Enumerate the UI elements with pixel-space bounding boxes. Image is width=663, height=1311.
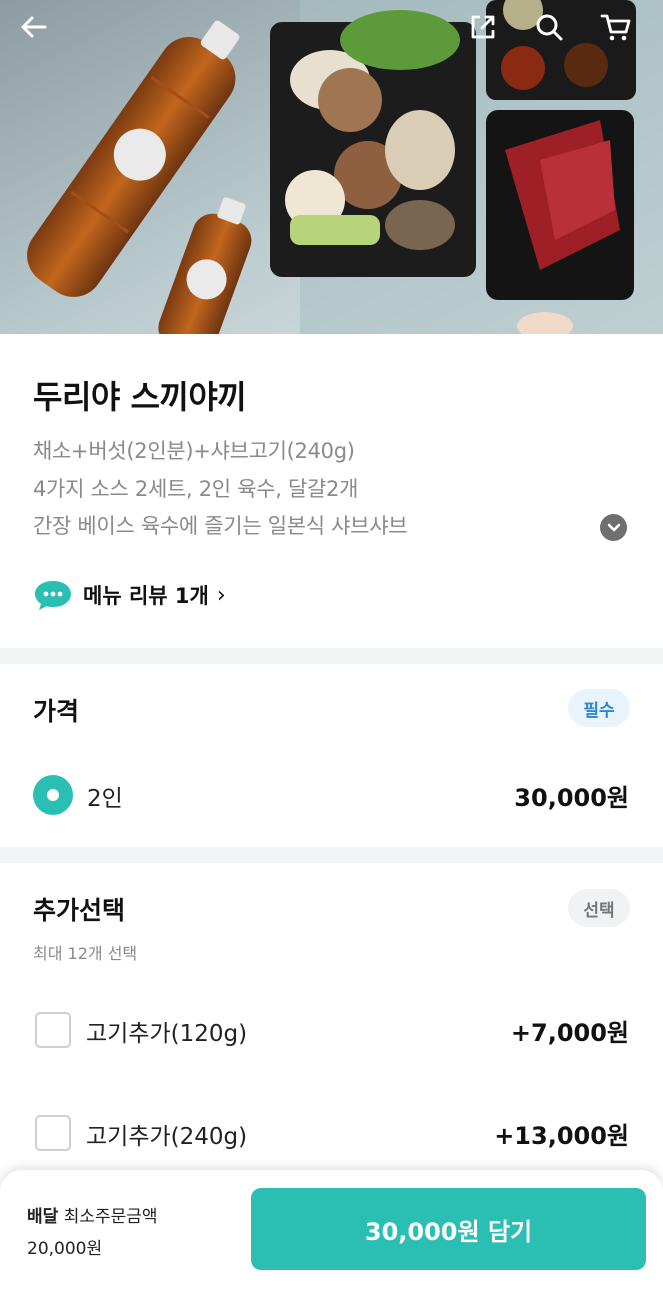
checkbox[interactable] [35, 1115, 71, 1151]
price-option-label: 2인 [87, 786, 123, 812]
checkbox[interactable] [35, 1012, 71, 1048]
product-description-line-2: 4가지 소스 2세트, 2인 육수, 달걀2개 [33, 477, 359, 501]
addon-option-price: +13,000원 [494, 1122, 629, 1150]
chevron-down-icon [607, 523, 620, 531]
speech-bubble-icon [35, 581, 71, 610]
addon-option-label: 고기추가(240g) [86, 1124, 248, 1150]
add-to-cart-button[interactable]: 30,000원 담기 [251, 1188, 646, 1270]
addon-option-row[interactable]: 고기추가(120g) +7,000원 [0, 1000, 663, 1060]
menu-review-label: 메뉴 리뷰 1개 [83, 584, 209, 608]
product-title: 두리야 스끼야끼 [33, 378, 247, 416]
price-option-price: 30,000원 [514, 784, 629, 812]
cart-button[interactable] [600, 12, 644, 56]
menu-review-link[interactable]: 메뉴 리뷰 1개 › [33, 578, 226, 612]
addon-option-row[interactable]: 고기추가(240g) +13,000원 [0, 1103, 663, 1163]
price-section-title: 가격 [33, 697, 80, 726]
cart-icon [600, 14, 631, 41]
addon-section-title: 추가선택 [33, 896, 126, 925]
radio-selected[interactable] [33, 775, 73, 815]
section-divider [0, 847, 663, 863]
min-order-label: 배달 최소주문금액 [27, 1202, 158, 1227]
share-button[interactable] [468, 12, 512, 56]
product-info: 두리야 스끼야끼 채소+버섯(2인분)+샤브고기(240g) 4가지 소스 2세… [0, 334, 663, 648]
expand-description-button[interactable] [600, 514, 627, 541]
section-divider [0, 648, 663, 664]
share-icon [471, 15, 495, 39]
bottom-order-bar: 배달 최소주문금액 20,000원 30,000원 담기 [0, 1170, 663, 1311]
min-order-amount: 20,000원 [27, 1239, 103, 1259]
search-button[interactable] [534, 12, 578, 56]
addon-section-subtitle: 최대 12개 선택 [33, 944, 138, 963]
arrow-left-icon [21, 16, 47, 38]
delivery-label: 배달 [27, 1207, 59, 1227]
min-order-text: 최소주문금액 [63, 1207, 158, 1227]
product-description-line-3: 간장 베이스 육수에 즐기는 일본식 샤브샤브 [33, 514, 408, 538]
back-button[interactable] [19, 12, 63, 56]
chevron-right-icon: › [216, 582, 226, 608]
hero-image [0, 0, 663, 334]
addon-option-label: 고기추가(120g) [86, 1021, 248, 1047]
addon-option-price: +7,000원 [510, 1019, 629, 1047]
search-icon [536, 14, 563, 41]
optional-badge: 선택 [568, 889, 630, 927]
product-description-line-1: 채소+버섯(2인분)+샤브고기(240g) [33, 439, 355, 463]
required-badge: 필수 [568, 689, 630, 727]
price-option-row[interactable]: 2인 30,000원 [0, 765, 663, 825]
